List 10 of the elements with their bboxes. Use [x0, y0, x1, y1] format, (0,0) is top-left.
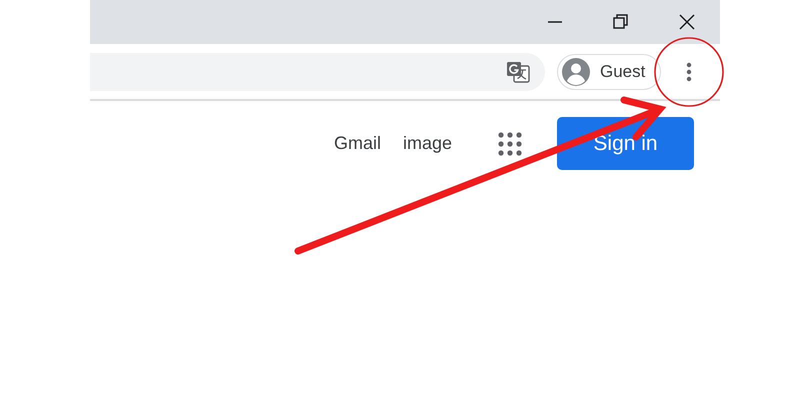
annotation-circle: [654, 37, 724, 107]
restore-icon[interactable]: [613, 14, 629, 30]
menu-icon[interactable]: [686, 62, 692, 82]
avatar-icon: [562, 58, 590, 86]
header-link[interactable]: Gmail: [334, 133, 381, 154]
close-icon[interactable]: [679, 14, 695, 30]
apps-grid-icon[interactable]: [498, 132, 522, 156]
translate-icon[interactable]: [506, 60, 530, 82]
profile-button[interactable]: Guest: [557, 54, 661, 90]
header-link[interactable]: image: [402, 133, 452, 154]
